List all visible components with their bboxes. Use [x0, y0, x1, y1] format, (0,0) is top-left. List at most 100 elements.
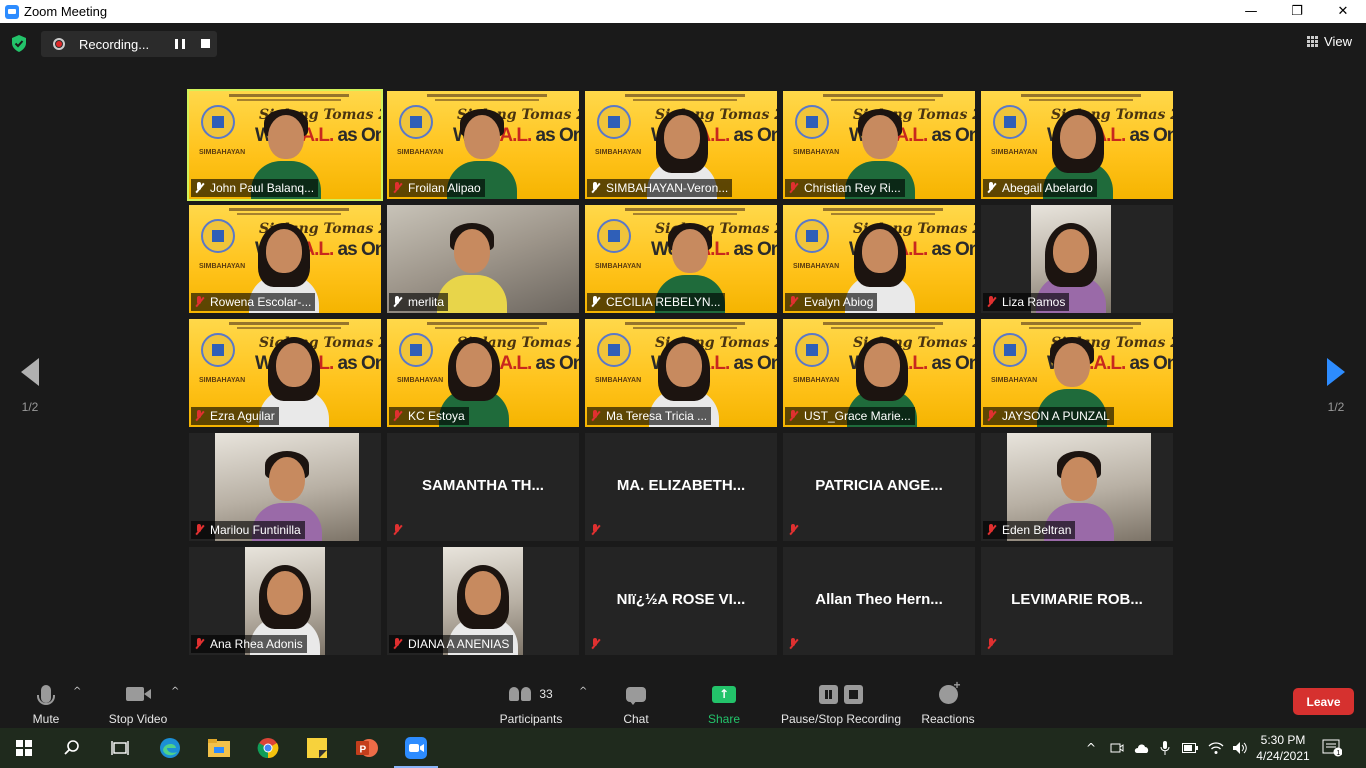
participant-video-tile[interactable]: MA. ELIZABETH... [585, 433, 777, 541]
pause-stop-recording-button[interactable]: Pause/Stop Recording [780, 682, 902, 726]
university-seal-icon [201, 333, 235, 367]
muted-mic-icon [590, 410, 600, 422]
participant-display-name: SAMANTHA TH... [422, 477, 544, 494]
minimize-button[interactable]: — [1228, 0, 1274, 23]
participant-video-tile[interactable]: Ana Rhea Adonis [189, 547, 381, 655]
participant-video-tile[interactable]: Siglang Tomas 2021We E.A.L. as OneSIMBAH… [783, 205, 975, 313]
participant-name: SIMBAHAYAN-Veron... [606, 181, 729, 195]
mute-button[interactable]: Mute [30, 682, 62, 726]
participant-display-name: Allan Theo Hern... [815, 591, 943, 608]
participant-name-label: KC Estoya [389, 407, 469, 425]
grid-view-icon [1307, 36, 1319, 47]
notification-count: 1 [1336, 750, 1340, 757]
participants-button[interactable]: 33 Participants [498, 682, 564, 726]
stop-video-button[interactable]: Stop Video [106, 682, 170, 726]
participant-icon [194, 182, 204, 194]
participant-video-tile[interactable]: DIANA A ANENIAS [387, 547, 579, 655]
video-options-chevron-icon[interactable]: ^ [171, 686, 179, 697]
smiley-icon [938, 678, 961, 704]
participant-video-tile[interactable]: Siglang Tomas 2021We E.A.L. as OneSIMBAH… [187, 89, 383, 201]
university-seal-icon [399, 333, 433, 367]
show-hidden-icons-chevron-icon[interactable]: ^ [1086, 741, 1096, 755]
participant-name: CECILIA REBELYN... [606, 295, 721, 309]
participant-video-tile[interactable]: Siglang Tomas 2021We E.A.L. as OneSIMBAH… [387, 319, 579, 427]
muted-indicator [785, 635, 808, 653]
participant-video-tile[interactable]: Allan Theo Hern... [783, 547, 975, 655]
window-title: Zoom Meeting [24, 4, 108, 19]
pause-recording-icon[interactable] [175, 39, 185, 49]
tray-microphone-icon[interactable] [1160, 741, 1170, 755]
search-icon[interactable] [60, 736, 84, 760]
previous-page-button[interactable]: 1/2 [10, 358, 50, 414]
participant-video-tile[interactable]: LEVIMARIE ROB... [981, 547, 1173, 655]
battery-icon[interactable] [1182, 743, 1199, 753]
participant-name: JAYSON A PUNZAL [1002, 409, 1110, 423]
restore-button[interactable]: ❐ [1274, 0, 1320, 23]
poster-org: SIMBAHAYAN [793, 263, 840, 270]
muted-mic-icon [194, 638, 204, 650]
participant-name: Eden Beltran [1002, 523, 1072, 537]
system-clock[interactable]: 5:30 PM 4/24/2021 [1252, 732, 1314, 764]
share-arrow-icon: ↑ [712, 685, 736, 703]
next-page-button[interactable]: 1/2 [1316, 358, 1356, 414]
muted-mic-icon [194, 524, 204, 536]
record-dot-icon [53, 38, 65, 50]
mute-label: Mute [32, 712, 60, 726]
participant-video-tile[interactable]: Siglang Tomas 2021We E.A.L. as OneSIMBAH… [585, 91, 777, 199]
muted-mic-icon [986, 524, 996, 536]
muted-mic-icon [194, 410, 204, 422]
chat-button[interactable]: Chat [620, 682, 652, 726]
sticky-notes-icon[interactable] [305, 736, 329, 760]
window-titlebar: Zoom Meeting — ❐ ✕ [0, 0, 1366, 23]
participant-video-tile[interactable]: Siglang Tomas 2021We E.A.L. as OneSIMBAH… [981, 319, 1173, 427]
close-button[interactable]: ✕ [1320, 0, 1366, 23]
muted-mic-icon [986, 296, 996, 308]
participant-video-tile[interactable]: NIï¿½A ROSE VI... [585, 547, 777, 655]
security-shield-icon[interactable] [11, 35, 27, 52]
wifi-icon[interactable] [1208, 741, 1224, 755]
clock-date: 4/24/2021 [1256, 749, 1310, 763]
edge-browser-icon[interactable] [158, 736, 182, 760]
stop-recording-icon[interactable] [201, 39, 210, 48]
participant-video-tile[interactable]: Siglang Tomas 2021We E.A.L. as OneSIMBAH… [783, 91, 975, 199]
chat-label: Chat [623, 712, 649, 726]
notifications-button[interactable]: 1 [1322, 728, 1342, 768]
participant-name: KC Estoya [408, 409, 465, 423]
participant-video-tile[interactable]: Eden Beltran [981, 433, 1173, 541]
participant-display-name: MA. ELIZABETH... [616, 477, 746, 494]
chrome-browser-icon[interactable] [256, 736, 280, 760]
participant-video-tile[interactable]: merlita [387, 205, 579, 313]
participant-video-tile[interactable]: SAMANTHA TH... [387, 433, 579, 541]
participant-video-tile[interactable]: Siglang Tomas 2021We E.A.L. as OneSIMBAH… [189, 319, 381, 427]
participant-name-label: Ma Teresa Tricia ... [587, 407, 712, 425]
leave-button[interactable]: Leave [1293, 688, 1354, 715]
view-button[interactable]: View [1307, 34, 1352, 49]
audio-options-chevron-icon[interactable]: ^ [73, 686, 81, 697]
task-view-icon[interactable] [108, 736, 132, 760]
participant-video-tile[interactable]: Siglang Tomas 2021We E.A.L. as OneSIMBAH… [387, 91, 579, 199]
participant-video-tile[interactable]: PATRICIA ANGE... [783, 433, 975, 541]
volume-icon[interactable] [1232, 741, 1248, 755]
participant-video-tile[interactable]: Liza Ramos [981, 205, 1173, 313]
poster-org: SIMBAHAYAN [793, 149, 840, 156]
participant-video-tile[interactable]: Siglang Tomas 2021We E.A.L. as OneSIMBAH… [783, 319, 975, 427]
participant-video-tile[interactable]: Siglang Tomas 2021We E.A.L. as OneSIMBAH… [189, 205, 381, 313]
participant-icon [590, 182, 600, 194]
participant-icon [392, 296, 402, 308]
participant-video-tile[interactable]: Siglang Tomas 2021We E.A.L. as OneSIMBAH… [585, 205, 777, 313]
participant-name: Ezra Aguilar [210, 409, 275, 423]
onedrive-cloud-icon[interactable] [1134, 742, 1150, 754]
reactions-button[interactable]: Reactions [920, 678, 976, 727]
participants-options-chevron-icon[interactable]: ^ [579, 686, 587, 697]
muted-indicator [587, 521, 610, 539]
muted-mic-icon [788, 296, 798, 308]
meet-now-icon[interactable] [1110, 741, 1124, 755]
file-explorer-icon[interactable] [207, 736, 231, 760]
windows-start-icon[interactable] [12, 736, 36, 760]
participant-video-tile[interactable]: Siglang Tomas 2021We E.A.L. as OneSIMBAH… [585, 319, 777, 427]
participant-video-tile[interactable]: Siglang Tomas 2021We E.A.L. as OneSIMBAH… [981, 91, 1173, 199]
powerpoint-icon[interactable]: P [355, 736, 379, 760]
zoom-taskbar-icon[interactable] [394, 736, 438, 768]
participant-name-label: John Paul Balanq... [191, 179, 319, 197]
participant-video-tile[interactable]: Marilou Funtinilla [189, 433, 381, 541]
